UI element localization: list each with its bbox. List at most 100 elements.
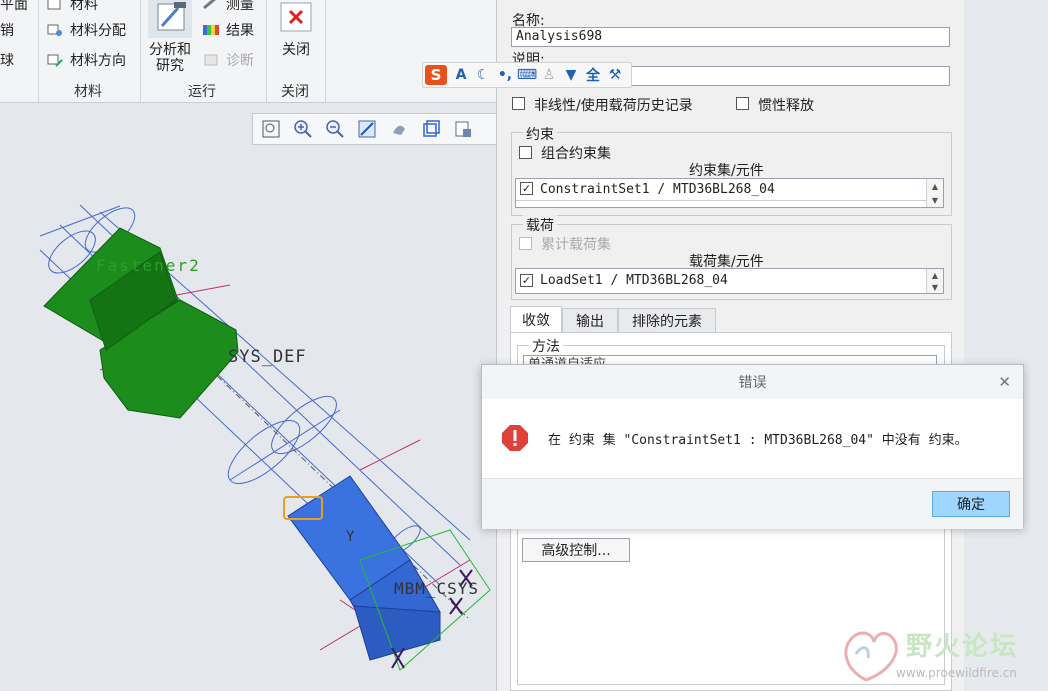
ribbon-ball-label: 球	[0, 53, 14, 69]
diagnose-icon	[202, 52, 220, 68]
analysis-study-label-2: 研究	[156, 58, 184, 74]
ribbon-plane[interactable]: 平面	[0, 0, 28, 14]
constraint-list-scrollbar[interactable]: ▲ ▼	[926, 179, 943, 207]
view-manager-icon[interactable]	[451, 118, 475, 140]
constraint-row-divider	[516, 200, 926, 208]
ribbon: 平面 销 球 材料 材料分配 材料方向 材料 分析和 研究 测量 结果 诊断 运…	[0, 0, 496, 103]
fastener-label: Fastener2	[96, 256, 201, 275]
loads-group-title: 载荷	[523, 215, 557, 235]
view-toolbar	[252, 113, 496, 145]
wrench-icon[interactable]: ⚒	[607, 67, 623, 83]
close-icon	[280, 2, 312, 36]
display-style-icon[interactable]	[387, 118, 411, 140]
tab-convergence[interactable]: 收敛	[510, 306, 562, 332]
load-row-checkbox[interactable]: ✓	[520, 274, 533, 287]
zoom-in-icon[interactable]	[291, 118, 315, 140]
punctuation-icon[interactable]: •,	[497, 67, 513, 83]
group-label-run: 运行	[188, 84, 216, 100]
constraint-row-label[interactable]: ConstraintSet1 / MTD36BL268_04	[540, 182, 775, 197]
sogou-logo-icon[interactable]: S	[425, 65, 447, 85]
ribbon-results[interactable]: 结果	[202, 20, 254, 40]
error-dialog: 错误 ✕ 在 约束 集 "ConstraintSet1 : MTD36BL268…	[481, 364, 1024, 529]
watermark-url: www.proewildfire.cn	[896, 666, 1017, 680]
ribbon-pin-label: 销	[0, 23, 14, 39]
group-label-close: 关闭	[281, 84, 309, 100]
scroll-down-icon[interactable]: ▼	[927, 193, 943, 207]
scroll-up-icon[interactable]: ▲	[927, 269, 943, 281]
ribbon-material-label: 材料	[70, 0, 98, 13]
ribbon-material-assign[interactable]: 材料分配	[46, 20, 126, 40]
skin-shirt-icon[interactable]: ▼	[563, 67, 579, 83]
material-orientation-icon	[46, 52, 64, 68]
ribbon-separator	[325, 0, 326, 102]
ribbon-separator	[38, 0, 39, 102]
ribbon-measure[interactable]: 测量	[202, 0, 254, 14]
tab-output-label: 输出	[576, 313, 604, 330]
error-message: 在 约束 集 "ConstraintSet1 : MTD36BL268_04" …	[548, 433, 968, 448]
advanced-control-button[interactable]: 高级控制...	[522, 538, 630, 562]
load-list[interactable]: ✓ LoadSet1 / MTD36BL268_04 ▲ ▼	[515, 268, 944, 294]
analysis-definition-dialog: 名称: Analysis698 说明: 非线性/使用载荷历史记录 惯性释放 约束…	[496, 0, 965, 691]
close-button[interactable]: 关闭	[276, 2, 316, 58]
nonlinear-label: 非线性/使用载荷历史记录	[534, 98, 693, 114]
background-area	[964, 0, 1048, 691]
ribbon-separator	[266, 0, 267, 102]
ribbon-plane-label: 平面	[0, 0, 28, 13]
material-assign-icon	[46, 22, 64, 38]
tab-output[interactable]: 输出	[562, 308, 618, 332]
model-graphics	[39, 204, 491, 671]
zoom-out-icon[interactable]	[323, 118, 347, 140]
tab-excluded-elements-label: 排除的元素	[632, 313, 702, 330]
ime-toolbar: S A ☾ •, ⌨ ♙ ▼ 全 ⚒	[422, 62, 632, 88]
csys-label: SYS_DEF	[228, 347, 307, 367]
moon-icon[interactable]: ☾	[475, 67, 491, 83]
watermark-logo-icon	[844, 631, 898, 682]
user-icon[interactable]: ♙	[541, 67, 557, 83]
constraints-group-title: 约束	[523, 124, 557, 144]
accumulate-loads-label: 累计载荷集	[541, 237, 611, 253]
graphics-viewport[interactable]: Fastener2 SYS_DEF Y MBM_CSYS	[0, 103, 496, 691]
error-icon	[501, 424, 529, 452]
ribbon-material[interactable]: 材料	[46, 0, 98, 14]
watermark-title: 野火论坛	[906, 632, 1019, 662]
inertia-relief-checkbox[interactable]	[736, 97, 749, 110]
zoom-fit-icon[interactable]	[259, 118, 283, 140]
group-label-material: 材料	[74, 84, 102, 100]
combine-constraints-checkbox[interactable]	[519, 146, 532, 159]
close-icon[interactable]: ✕	[998, 373, 1011, 391]
english-mode-icon[interactable]: A	[453, 67, 469, 83]
error-dialog-footer: 确定	[482, 478, 1023, 529]
tab-excluded-elements[interactable]: 排除的元素	[618, 308, 716, 332]
inertia-relief-label: 惯性释放	[758, 98, 814, 114]
ribbon-pin[interactable]: 销	[0, 20, 14, 40]
scroll-down-icon[interactable]: ▼	[927, 281, 943, 293]
repaint-icon[interactable]	[355, 118, 379, 140]
ribbon-material-orientation-label: 材料方向	[70, 53, 126, 69]
material-icon	[46, 0, 64, 12]
method-label: 方法	[529, 336, 563, 356]
ribbon-results-label: 结果	[226, 23, 254, 39]
keyboard-icon[interactable]: ⌨	[517, 67, 537, 83]
results-icon	[202, 22, 220, 38]
part-body	[287, 475, 441, 661]
load-row-label[interactable]: LoadSet1 / MTD36BL268_04	[540, 273, 728, 288]
ribbon-ball[interactable]: 球	[0, 50, 14, 70]
ribbon-material-orientation[interactable]: 材料方向	[46, 50, 126, 70]
constraint-row-checkbox[interactable]: ✓	[520, 182, 533, 195]
ok-button[interactable]: 确定	[932, 491, 1010, 517]
scroll-up-icon[interactable]: ▲	[927, 179, 943, 193]
accumulate-loads-checkbox[interactable]	[519, 237, 532, 250]
constraint-column-header: 约束集/元件	[689, 163, 764, 179]
constraint-list[interactable]: ✓ ConstraintSet1 / MTD36BL268_04 ▲ ▼	[515, 178, 944, 208]
close-button-label: 关闭	[282, 42, 310, 58]
ribbon-diagnose-label: 诊断	[226, 53, 254, 69]
analysis-study-icon	[148, 0, 192, 42]
part-csys-label: MBM_CSYS	[394, 579, 480, 598]
ribbon-diagnose[interactable]: 诊断	[202, 50, 254, 70]
nonlinear-checkbox[interactable]	[512, 97, 525, 110]
load-list-scrollbar[interactable]: ▲ ▼	[926, 269, 943, 293]
name-field[interactable]: Analysis698	[511, 27, 950, 47]
full-width-icon[interactable]: 全	[585, 67, 601, 84]
saved-views-icon[interactable]	[419, 118, 443, 140]
analysis-study-button[interactable]: 分析和 研究	[144, 0, 196, 74]
